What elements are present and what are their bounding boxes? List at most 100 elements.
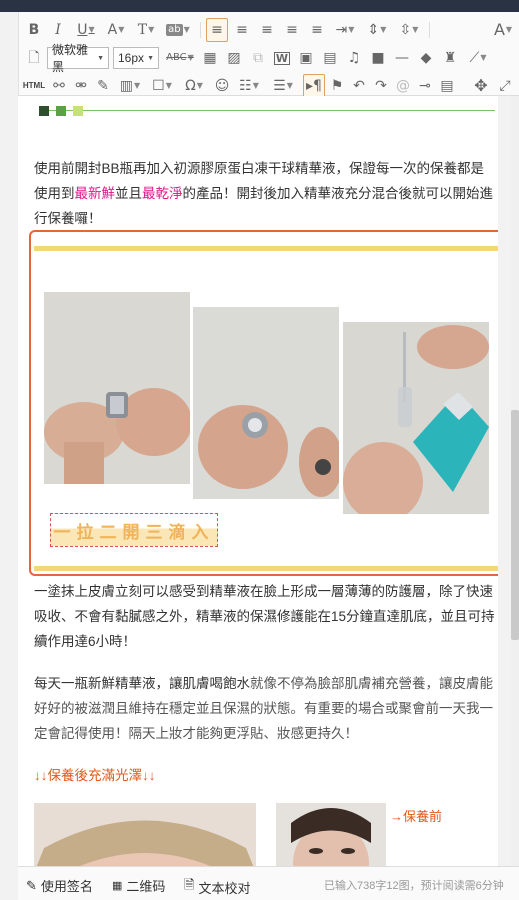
- photo-teal-bottle-dropper: [343, 322, 489, 514]
- insert-form-button[interactable]: ☐ ▼: [147, 74, 177, 98]
- redo-icon: ↷: [375, 78, 387, 94]
- paragraph-intro: 使用前開封BB瓶再加入初源膠原蛋白凍干球精華液，保證每一次的保養都是使用到最新鮮…: [34, 156, 496, 231]
- search-replace-button[interactable]: ⊸: [415, 74, 435, 98]
- strikethrough-icon: ABC: [166, 52, 187, 63]
- redo-button[interactable]: ↷: [371, 74, 391, 98]
- proofread-label: 文本校对: [198, 880, 251, 896]
- toolbar-separator: [200, 22, 201, 38]
- unlink-button[interactable]: ⚮: [71, 74, 91, 98]
- intro-text-b: 並且: [115, 186, 142, 201]
- horizontal-rule-button[interactable]: —: [391, 46, 413, 70]
- font-size-value: 16px: [118, 51, 145, 65]
- horizontal-rule-icon: —: [395, 50, 409, 66]
- paste-image-button[interactable]: ⧉: [247, 46, 269, 70]
- word-icon: W: [273, 51, 291, 65]
- html-icon: HTML: [22, 81, 46, 90]
- unordered-list-button[interactable]: ☰ ▼: [268, 74, 298, 98]
- magic-format-button[interactable]: ⟋ ▼: [463, 46, 493, 70]
- insert-video-button[interactable]: ■: [367, 46, 389, 70]
- qrcode-button[interactable]: ▦ 二维码: [112, 876, 165, 895]
- yellow-rule-top: [34, 246, 498, 251]
- strikethrough-button[interactable]: ABC ▼: [163, 46, 197, 70]
- fullscreen-icon: ⤢: [499, 78, 511, 94]
- print-button[interactable]: ▤: [437, 74, 457, 98]
- caption-one-pull-two-open-three-drop[interactable]: 一拉二開三滴入: [50, 513, 218, 547]
- paragraph-daily-use: 每天一瓶新鮮精華液，讓肌膚喝飽水就像不停為臉部肌膚補充營養，讓皮膚能好好的被滋潤…: [34, 671, 496, 746]
- indent-button[interactable]: ⇥ ▼: [331, 18, 359, 42]
- align-justify-button[interactable]: ≡: [281, 18, 303, 42]
- format-brush-button[interactable]: ♜: [439, 46, 461, 70]
- emoji-button[interactable]: ☺: [212, 74, 232, 98]
- photo-after-care-face[interactable]: [34, 803, 256, 866]
- align-right-button[interactable]: ≡: [256, 18, 278, 42]
- fullscreen-button[interactable]: ⤢: [495, 74, 515, 98]
- underline-button[interactable]: U ▼: [73, 18, 99, 42]
- word-count-info: 已输入738字12图，预计阅读需6分钟: [324, 880, 504, 892]
- divider-square-light: [73, 106, 83, 116]
- flag-icon: ⚑: [330, 78, 344, 94]
- ordered-list-button[interactable]: ☷ ▼: [234, 74, 264, 98]
- font-size-increase-button[interactable]: A ▼: [489, 18, 517, 42]
- photo-dropper[interactable]: [343, 322, 489, 514]
- insert-gallery-button[interactable]: ▤: [319, 46, 341, 70]
- text-style-button[interactable]: T ▼: [133, 18, 159, 42]
- align-center-button[interactable]: ≡: [231, 18, 253, 42]
- direction-rtl-button[interactable]: ⚑: [327, 74, 347, 98]
- chevron-down-icon: ▼: [196, 81, 203, 90]
- editor-content-area[interactable]: 使用前開封BB瓶再加入初源膠原蛋白凍干球精華液，保證每一次的保養都是使用到最新鮮…: [18, 96, 498, 866]
- bold-button[interactable]: B: [25, 18, 43, 42]
- pen-icon: ✎: [26, 877, 37, 893]
- underline-icon: U: [77, 22, 88, 38]
- insert-picture-button[interactable]: ▣: [295, 46, 317, 70]
- window-top-bar: [0, 0, 519, 12]
- table-icon: ▦: [203, 50, 217, 66]
- photo-face-before: [276, 803, 386, 866]
- italic-button[interactable]: I: [49, 18, 67, 42]
- caption-text: 一拉二開三滴入: [53, 522, 215, 543]
- new-document-button[interactable]: 🗋: [23, 46, 45, 70]
- find-button[interactable]: @: [393, 74, 413, 98]
- template-icon: ▥: [119, 78, 134, 94]
- anchor-icon: ✎: [97, 78, 109, 94]
- photo-before-care-face[interactable]: [276, 803, 386, 866]
- move-icon: ✥: [474, 76, 488, 95]
- photo-face-with-headband: [34, 803, 256, 866]
- text-proofread-button[interactable]: 🗎 文本校对: [184, 876, 250, 898]
- paragraph-application: 一塗抹上皮膚立刻可以感受到精華液在臉上形成一層薄薄的防護層，除了快速吸收、不會有…: [34, 584, 495, 649]
- green-divider: [39, 106, 495, 116]
- insert-music-button[interactable]: ♫: [343, 46, 365, 70]
- highlight-button[interactable]: ab ▼: [163, 18, 193, 42]
- highlight-freshest: 最新鮮: [74, 186, 116, 201]
- chevron-down-icon: ▼: [165, 81, 172, 90]
- align-distribute-button[interactable]: ≡: [306, 18, 328, 42]
- use-signature-button[interactable]: ✎ 使用签名: [26, 876, 93, 895]
- font-color-icon: A: [107, 22, 118, 38]
- document-check-icon: 🗎: [184, 877, 195, 892]
- chevron-down-icon: ▼: [183, 25, 190, 34]
- vertical-scrollbar-thumb[interactable]: [511, 410, 519, 640]
- indent-icon: ⇥: [335, 22, 348, 38]
- move-handle[interactable]: ✥: [471, 74, 491, 98]
- insert-image-button[interactable]: ▨: [223, 46, 245, 70]
- insert-table-button[interactable]: ▦: [199, 46, 221, 70]
- align-left-button[interactable]: ≡: [206, 18, 228, 42]
- html-source-button[interactable]: HTML: [21, 74, 47, 98]
- photo-open-cap[interactable]: [193, 307, 339, 499]
- chevron-down-icon: ▼: [88, 25, 95, 34]
- paragraph-spacing-button[interactable]: ⇳ ▼: [395, 18, 423, 42]
- line-height-button[interactable]: ⇕ ▼: [363, 18, 391, 42]
- font-color-button[interactable]: A ▼: [103, 18, 129, 42]
- undo-button[interactable]: ↶: [349, 74, 369, 98]
- insert-link-button[interactable]: ⚯: [49, 74, 69, 98]
- special-character-button[interactable]: Ω ▼: [179, 74, 209, 98]
- magic-wand-icon: ⟋: [469, 50, 480, 66]
- chevron-down-icon: ▼: [147, 54, 154, 62]
- photo-pull-tab[interactable]: [44, 292, 190, 484]
- direction-ltr-button[interactable]: ▸¶: [303, 74, 325, 98]
- font-size-select[interactable]: 16px ▼: [113, 47, 159, 69]
- insert-word-button[interactable]: W: [271, 46, 293, 70]
- font-family-select[interactable]: 微软雅黑 ▼: [47, 43, 109, 74]
- anchor-button[interactable]: ✎: [93, 74, 113, 98]
- eraser-button[interactable]: ◆: [415, 46, 437, 70]
- template-button[interactable]: ▥ ▼: [115, 74, 145, 98]
